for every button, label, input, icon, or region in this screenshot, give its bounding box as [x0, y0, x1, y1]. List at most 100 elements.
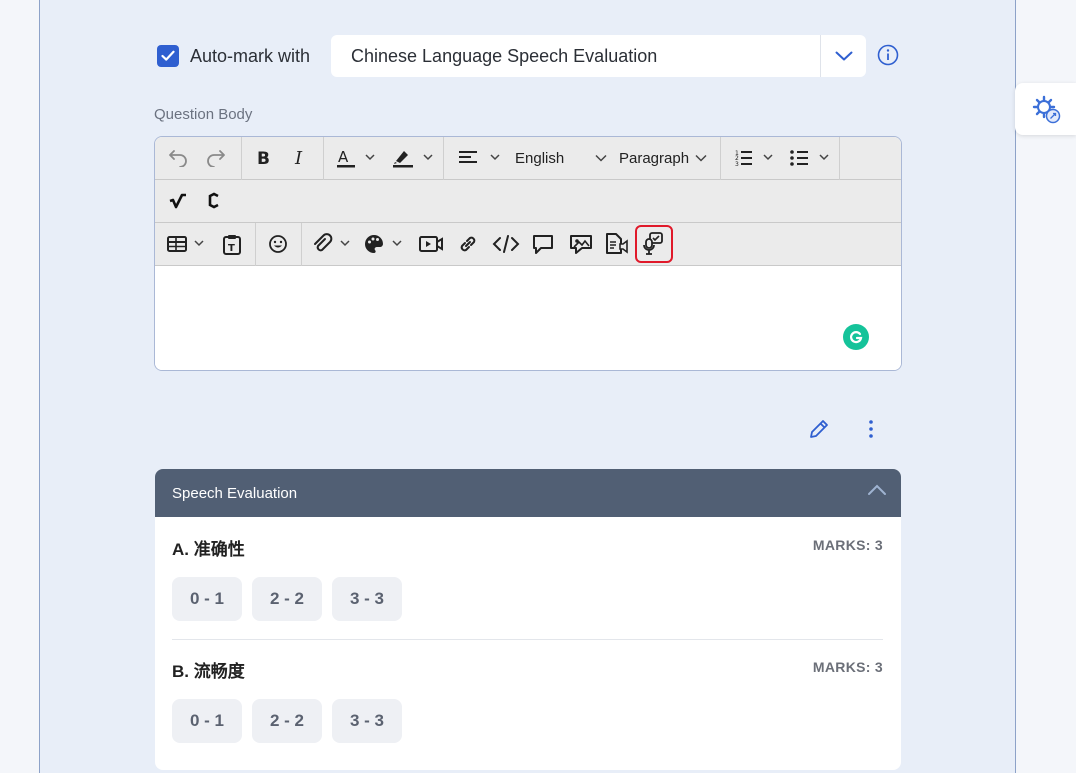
numbered-list-button[interactable]: 123: [730, 137, 780, 179]
edit-button[interactable]: [806, 416, 832, 442]
criterion-fluency: B. 流畅度 MARKS: 3 0 - 1 2 - 2 3 - 3: [172, 657, 883, 743]
automark-engine-select[interactable]: Chinese Language Speech Evaluation: [331, 35, 866, 77]
align-button[interactable]: [453, 137, 503, 179]
score-range-chip[interactable]: 2 - 2: [252, 699, 322, 743]
automark-engine-value: Chinese Language Speech Evaluation: [351, 45, 658, 66]
language-select-value: English: [515, 149, 565, 167]
audio-file-icon: [606, 233, 628, 254]
info-icon[interactable]: [877, 44, 899, 66]
emoji-icon: [269, 235, 287, 253]
toolbar-separator: [839, 137, 840, 180]
align-icon: [459, 151, 500, 163]
score-range-chip[interactable]: 2 - 2: [252, 577, 322, 621]
score-range-chip[interactable]: 0 - 1: [172, 577, 242, 621]
score-range-chip[interactable]: 0 - 1: [172, 699, 242, 743]
score-range-list: 0 - 1 2 - 2 3 - 3: [172, 577, 402, 621]
math-equation-button[interactable]: [163, 180, 193, 222]
paste-text-icon: T: [223, 235, 241, 255]
numbered-list-icon: 123: [735, 150, 773, 167]
score-range-chip[interactable]: 3 - 3: [332, 577, 402, 621]
undo-icon: [169, 150, 187, 167]
svg-text:A: A: [338, 148, 349, 166]
math-equation-icon: [169, 193, 186, 209]
toolbar-row-3: T: [155, 223, 901, 266]
image-speech-button[interactable]: [565, 223, 597, 265]
italic-button[interactable]: I: [285, 137, 315, 179]
svg-text:B: B: [257, 149, 270, 167]
bulleted-list-button[interactable]: [785, 137, 835, 179]
svg-text:3: 3: [735, 161, 739, 167]
code-button[interactable]: [489, 223, 523, 265]
video-icon: [419, 236, 443, 252]
toolbar-separator: [323, 137, 324, 180]
question-body-label: Question Body: [154, 106, 253, 123]
criterion-divider: [172, 639, 883, 640]
bold-icon: B: [257, 149, 270, 167]
criterion-accuracy: A. 准确性 MARKS: 3 0 - 1 2 - 2 3 - 3: [172, 535, 883, 621]
emoji-button[interactable]: [263, 223, 293, 265]
speech-evaluation-header[interactable]: Speech Evaluation: [155, 469, 901, 517]
chemistry-button[interactable]: [199, 180, 229, 222]
link-icon: [460, 236, 476, 252]
undo-button[interactable]: [163, 137, 193, 179]
toolbar-separator: [443, 137, 444, 180]
question-body-editor: B I A English Paragraph 123 T: [154, 136, 902, 371]
link-button[interactable]: [453, 223, 483, 265]
redo-button[interactable]: [201, 137, 231, 179]
palette-button[interactable]: [361, 223, 409, 265]
speech-evaluation-highlight: [635, 225, 673, 263]
criterion-title: B. 流畅度: [172, 662, 245, 681]
pencil-icon: [810, 420, 828, 438]
image-speech-icon: [570, 235, 592, 254]
italic-icon: I: [294, 149, 303, 167]
more-vertical-icon: [869, 420, 873, 438]
svg-text:I: I: [294, 149, 303, 167]
grammarly-button[interactable]: [843, 324, 869, 350]
font-color-button[interactable]: A: [331, 137, 381, 179]
speech-evaluation-title: Speech Evaluation: [172, 484, 298, 502]
settings-sync-widget[interactable]: [1015, 83, 1076, 135]
automark-label: Auto-mark with: [190, 45, 311, 66]
bold-button[interactable]: B: [249, 137, 279, 179]
svg-text:T: T: [228, 243, 235, 254]
toolbar-row-2: [155, 180, 901, 223]
settings-sync-icon: [1032, 95, 1060, 124]
grammarly-icon: [849, 331, 863, 344]
speech-evaluation-card: Speech Evaluation A. 准确性 MARKS: 3 0 - 1 …: [155, 469, 901, 770]
editor-content-area[interactable]: [155, 266, 901, 370]
score-range-chip[interactable]: 3 - 3: [332, 699, 402, 743]
chevron-down-icon: [595, 154, 607, 162]
criterion-marks: MARKS: 3: [812, 659, 883, 675]
code-icon: [492, 235, 520, 253]
toolbar-row-1: B I A English Paragraph 123: [155, 137, 901, 180]
chevron-down-icon: [835, 51, 852, 61]
comment-icon: [533, 235, 553, 254]
language-select[interactable]: English: [511, 137, 611, 179]
attachment-button[interactable]: [309, 223, 357, 265]
highlight-color-icon: [393, 151, 433, 168]
table-button[interactable]: [163, 223, 209, 265]
redo-icon: [207, 150, 225, 167]
video-button[interactable]: [415, 223, 447, 265]
comment-button[interactable]: [527, 223, 559, 265]
toolbar-separator: [241, 137, 242, 180]
chemistry-icon: [208, 192, 219, 209]
score-range-list: 0 - 1 2 - 2 3 - 3: [172, 699, 402, 743]
font-color-icon: A: [337, 148, 375, 168]
automark-checkbox[interactable]: [157, 45, 179, 67]
toolbar-separator: [720, 137, 721, 180]
bulleted-list-icon: [790, 150, 829, 166]
chevron-up-icon[interactable]: [867, 483, 887, 497]
audio-file-button[interactable]: [601, 223, 633, 265]
toolbar-separator: [301, 223, 302, 266]
paste-text-button[interactable]: T: [217, 223, 247, 265]
more-options-button[interactable]: [860, 416, 882, 442]
criterion-title: A. 准确性: [172, 540, 245, 559]
block-format-select[interactable]: Paragraph: [615, 137, 711, 179]
automark-row: Auto-mark with Chinese Language Speech E…: [157, 35, 901, 77]
palette-icon: [365, 235, 402, 253]
chevron-down-icon: [695, 154, 707, 162]
criterion-marks: MARKS: 3: [812, 537, 883, 553]
select-caret[interactable]: [820, 35, 866, 77]
highlight-color-button[interactable]: [387, 137, 439, 179]
